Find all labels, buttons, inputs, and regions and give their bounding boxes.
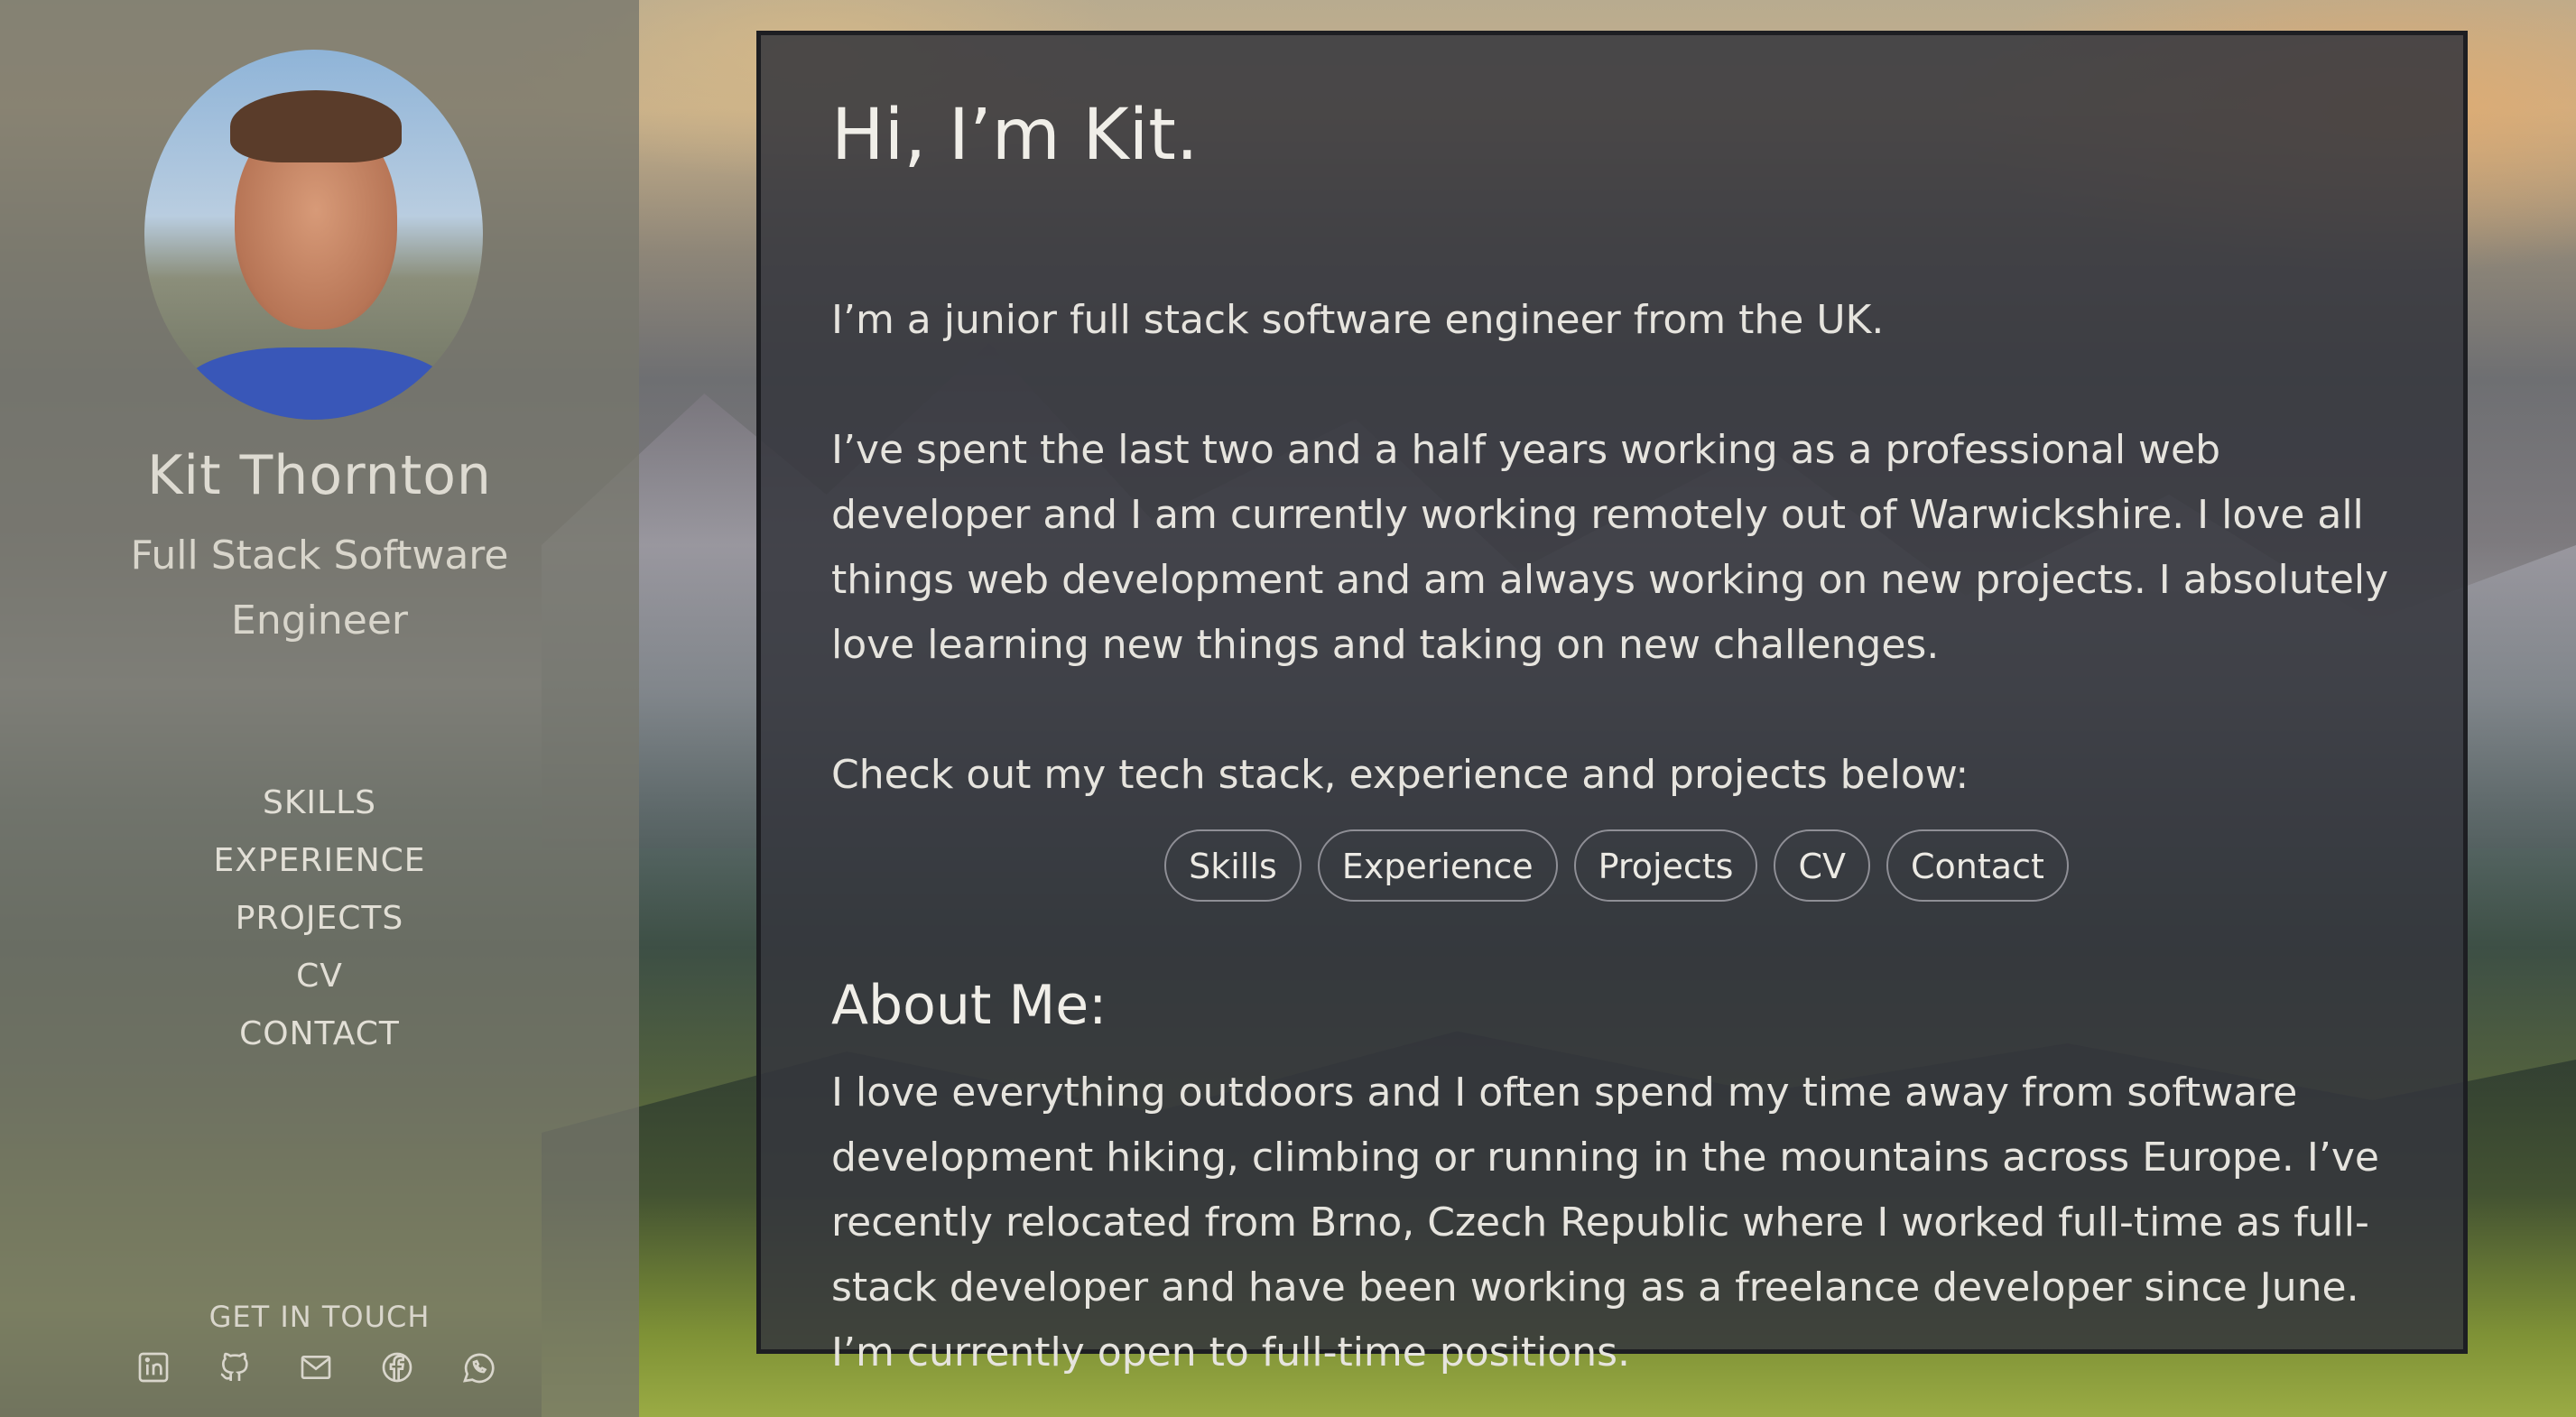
about-text: I love everything outdoors and I often s… — [831, 1070, 2379, 1375]
sidebar: Kit Thornton Full Stack Software Enginee… — [0, 0, 639, 1417]
projects-button[interactable]: Projects — [1573, 829, 1758, 902]
cv-button[interactable]: CV — [1774, 829, 1871, 902]
experience-text: I’ve spent the last two and a half years… — [831, 427, 2389, 668]
skills-button[interactable]: Skills — [1164, 829, 1302, 902]
sidebar-nav: SKILLS EXPERIENCE PROJECTS CV CONTACT — [0, 774, 639, 1063]
nav-link-cv[interactable]: CV — [0, 948, 639, 1005]
experience-button[interactable]: Experience — [1317, 829, 1558, 902]
profile-name: Kit Thornton — [147, 444, 492, 507]
contact-button[interactable]: Contact — [1886, 829, 2069, 902]
nav-link-projects[interactable]: PROJECTS — [0, 890, 639, 948]
check-out-text: Check out my tech stack, experience and … — [831, 752, 1969, 798]
intro-text: I’m a junior full stack software enginee… — [831, 297, 1885, 343]
avatar-shirt — [181, 347, 451, 420]
social-links — [135, 1349, 496, 1385]
whatsapp-icon[interactable] — [460, 1349, 496, 1385]
intro-card: Hi, I’m Kit. I’m a junior full stack sof… — [756, 31, 2468, 1375]
linkedin-icon[interactable] — [135, 1349, 171, 1385]
section-buttons: Skills Experience Projects CV Contact — [831, 829, 2402, 902]
about-heading: About Me: — [831, 974, 1107, 1037]
facebook-icon[interactable] — [379, 1349, 415, 1385]
nav-link-contact[interactable]: CONTACT — [0, 1005, 639, 1063]
avatar — [144, 50, 483, 420]
get-in-touch-label: GET IN TOUCH — [208, 1300, 431, 1334]
github-icon[interactable] — [217, 1349, 253, 1385]
nav-link-skills[interactable]: SKILLS — [0, 774, 639, 832]
nav-link-experience[interactable]: EXPERIENCE — [0, 832, 639, 890]
avatar-hair — [230, 90, 402, 162]
profile-title: Full Stack Software Engineer — [130, 533, 509, 644]
mail-icon[interactable] — [298, 1349, 334, 1385]
greeting-heading: Hi, I’m Kit. — [831, 95, 1199, 176]
